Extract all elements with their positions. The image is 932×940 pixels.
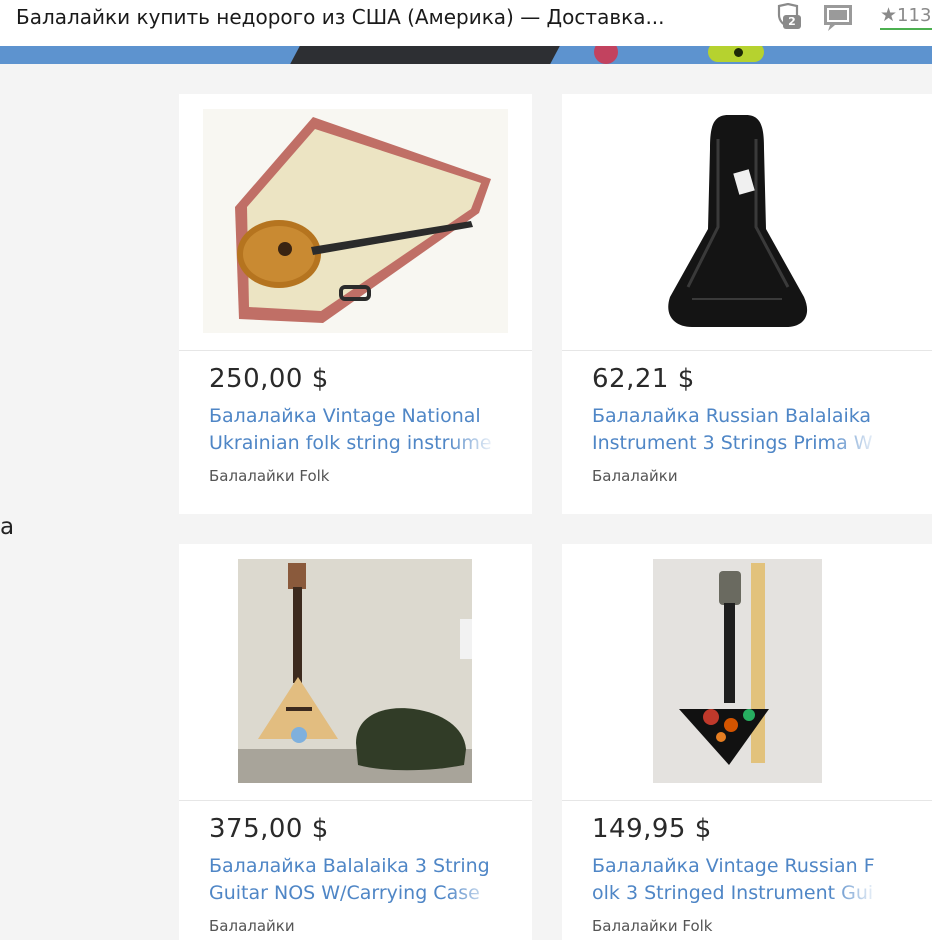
notification-badge: 2 [783,15,801,29]
rating-count: 113 [897,5,932,26]
cut-off-text: a [0,514,15,540]
title-fade [447,880,497,907]
product-price: 375,00 $ [209,814,329,844]
banner-shape [594,46,618,64]
product-image[interactable] [662,109,814,333]
product-image[interactable] [238,559,472,783]
title-fade [830,880,880,907]
banner-shape [734,48,743,57]
banner[interactable] [0,46,932,64]
product-price: 62,21 $ [592,364,695,394]
product-price: 250,00 $ [209,364,329,394]
product-card[interactable]: 149,95 $ Балалайка Vintage Russian Folk … [562,544,932,940]
balalaika-green-case-illustration [238,559,472,783]
banner-shape [290,46,560,64]
product-category[interactable]: Балалайки [209,917,295,935]
product-image[interactable] [653,559,822,783]
card-divider [562,800,932,801]
title-fade [447,430,497,457]
top-header: Балалайки купить недорого из США (Америк… [0,0,932,46]
product-card[interactable]: 62,21 $ Балалайка Russian Balalaika Inst… [562,94,932,514]
card-divider [562,350,932,351]
product-category[interactable]: Балалайки Folk [209,467,330,485]
product-image[interactable] [203,109,508,333]
comment-icon [824,5,852,31]
gig-bag-illustration [662,109,814,333]
product-card[interactable]: 375,00 $ Балалайка Balalaika 3 String Gu… [179,544,532,940]
balalaika-case-illustration [203,109,508,333]
star-icon: ★ [880,4,898,26]
card-divider [179,350,532,351]
painted-balalaika-illustration [653,559,822,783]
title-fade [830,430,880,457]
product-category[interactable]: Балалайки Folk [592,917,713,935]
product-category[interactable]: Балалайки [592,467,678,485]
rating[interactable]: ★113 [880,4,931,26]
page-title: Балалайки купить недорого из США (Америк… [16,5,665,29]
product-price: 149,95 $ [592,814,712,844]
rating-underline [880,28,932,30]
card-divider [179,800,532,801]
shield-button[interactable]: 2 [775,2,805,31]
product-card[interactable]: 250,00 $ Балалайка Vintage National Ukra… [179,94,532,514]
comments-button[interactable] [823,4,853,32]
